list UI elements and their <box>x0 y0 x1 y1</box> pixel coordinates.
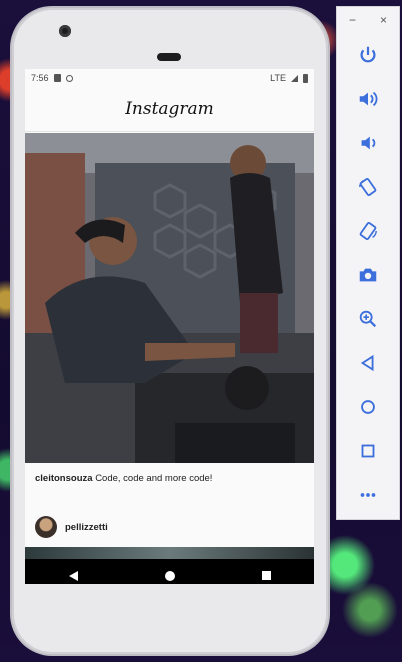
signal-icon <box>291 74 298 82</box>
app-logo: Instagram <box>125 99 214 119</box>
android-nav-bar <box>25 559 314 584</box>
back-triangle-icon <box>360 354 374 372</box>
zoom-button[interactable] <box>337 297 399 341</box>
next-post-image[interactable] <box>25 547 314 559</box>
sd-card-icon <box>53 74 61 82</box>
back-icon[interactable] <box>68 570 78 581</box>
power-icon <box>360 46 376 63</box>
post-caption-text: Code, code and more code! <box>95 473 213 484</box>
next-post-header[interactable]: pellizzetti <box>25 509 314 545</box>
minimize-button[interactable]: − <box>349 13 356 27</box>
app-header: Instagram <box>25 87 314 132</box>
front-camera-icon <box>59 25 71 37</box>
home-circle-icon <box>361 400 375 414</box>
power-button[interactable] <box>337 33 399 77</box>
android-phone-frame: 7:56 LTE Instagram cleitonsouza Code, co… <box>12 8 328 654</box>
post-image[interactable] <box>25 133 314 463</box>
sync-icon <box>65 74 73 82</box>
recent-apps-icon[interactable] <box>261 571 271 580</box>
camera-icon <box>359 268 377 282</box>
square-icon <box>361 444 375 458</box>
network-type: LTE <box>270 73 286 83</box>
volume-down-button[interactable] <box>337 121 399 165</box>
screenshot-button[interactable] <box>337 253 399 297</box>
speaker-grille <box>157 53 181 61</box>
rotate-left-button[interactable] <box>337 165 399 209</box>
zoom-icon <box>359 310 377 328</box>
emulator-toolbar: − × <box>336 6 400 520</box>
more-button[interactable] <box>337 473 399 517</box>
back-button[interactable] <box>337 341 399 385</box>
post-username[interactable]: cleitonsouza <box>35 473 93 484</box>
home-icon[interactable] <box>164 570 175 581</box>
rotate-right-button[interactable] <box>337 209 399 253</box>
phone-screen[interactable]: 7:56 LTE Instagram cleitonsouza Code, co… <box>25 69 314 584</box>
rotate-left-icon <box>359 177 377 197</box>
avatar[interactable] <box>35 516 57 538</box>
status-bar: 7:56 LTE <box>25 69 314 87</box>
close-button[interactable]: × <box>380 13 387 27</box>
volume-down-icon <box>361 136 376 150</box>
status-time: 7:56 <box>31 73 49 83</box>
post-caption: cleitonsouza Code, code and more code! <box>35 473 212 484</box>
volume-up-button[interactable] <box>337 77 399 121</box>
rotate-right-icon <box>359 221 377 241</box>
post-image-illustration <box>25 133 314 463</box>
next-post-username[interactable]: pellizzetti <box>65 522 108 533</box>
more-dots-icon <box>360 493 376 497</box>
overview-button[interactable] <box>337 429 399 473</box>
volume-up-icon <box>359 91 378 107</box>
home-button[interactable] <box>337 385 399 429</box>
battery-icon <box>303 73 308 83</box>
